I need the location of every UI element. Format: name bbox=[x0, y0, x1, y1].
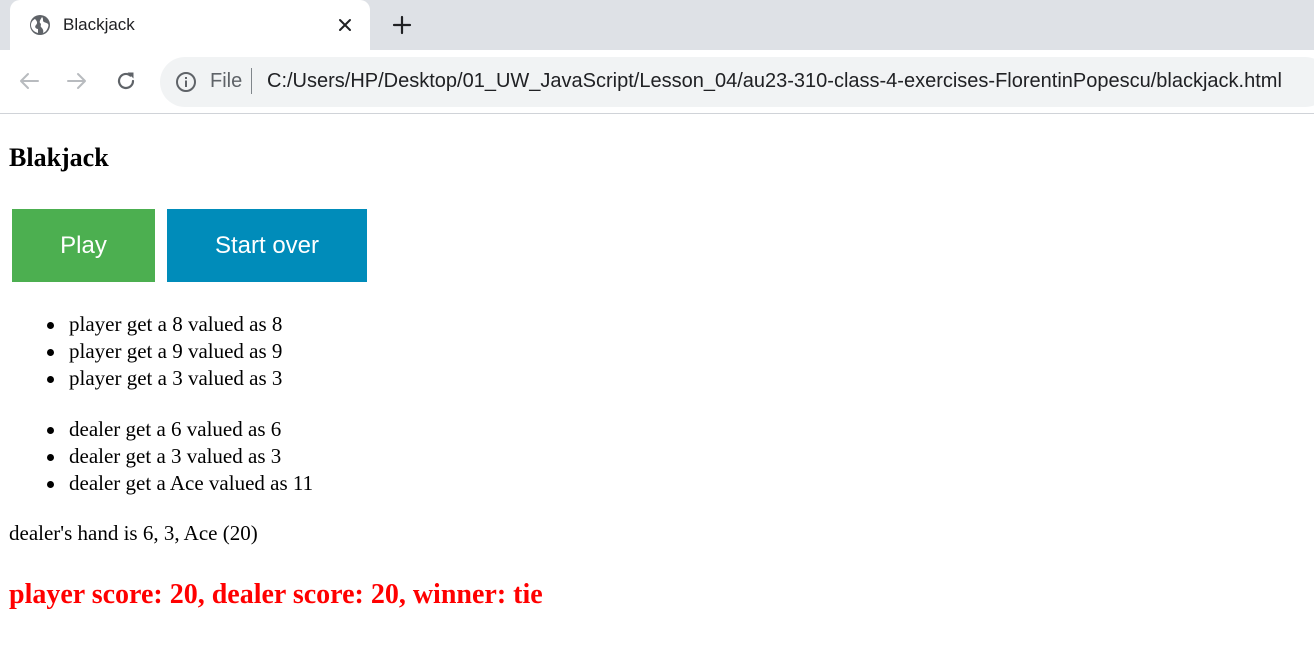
arrow-right-icon[interactable] bbox=[64, 68, 90, 94]
close-icon[interactable] bbox=[334, 14, 356, 36]
start-over-button[interactable]: Start over bbox=[167, 209, 367, 282]
reload-icon[interactable] bbox=[113, 68, 139, 94]
play-button[interactable]: Play bbox=[12, 209, 155, 282]
game-result: player score: 20, dealer score: 20, winn… bbox=[9, 579, 543, 610]
dealer-card-item: dealer get a Ace valued as 11 bbox=[0, 471, 313, 498]
address-bar[interactable]: File C:/Users/HP/Desktop/01_UW_JavaScrip… bbox=[160, 57, 1314, 107]
page-title: Blakjack bbox=[9, 143, 109, 172]
dealer-hand-summary: dealer's hand is 6, 3, Ace (20) bbox=[9, 521, 258, 545]
tab-strip: Blackjack bbox=[0, 0, 1314, 50]
dealer-card-item: dealer get a 3 valued as 3 bbox=[0, 444, 313, 471]
scheme-label: File bbox=[210, 70, 243, 92]
scheme-divider bbox=[251, 68, 252, 94]
url-text[interactable]: C:/Users/HP/Desktop/01_UW_JavaScript/Les… bbox=[267, 70, 1282, 93]
plus-icon[interactable] bbox=[390, 13, 414, 37]
player-card-item: player get a 3 valued as 3 bbox=[0, 366, 282, 393]
player-cards-list: player get a 8 valued as 8 player get a … bbox=[0, 312, 282, 393]
player-card-item: player get a 9 valued as 9 bbox=[0, 339, 282, 366]
dealer-cards-list: dealer get a 6 valued as 6 dealer get a … bbox=[0, 417, 313, 498]
arrow-left-icon[interactable] bbox=[16, 68, 42, 94]
browser-toolbar: File C:/Users/HP/Desktop/01_UW_JavaScrip… bbox=[0, 50, 1314, 114]
globe-icon bbox=[29, 14, 51, 36]
player-card-item: player get a 8 valued as 8 bbox=[0, 312, 282, 339]
info-icon[interactable] bbox=[175, 71, 197, 93]
dealer-card-item: dealer get a 6 valued as 6 bbox=[0, 417, 313, 444]
page-content: Blakjack Play Start over player get a 8 … bbox=[0, 115, 1314, 647]
tab-title: Blackjack bbox=[63, 15, 135, 34]
tab-blackjack[interactable]: Blackjack bbox=[10, 0, 370, 50]
